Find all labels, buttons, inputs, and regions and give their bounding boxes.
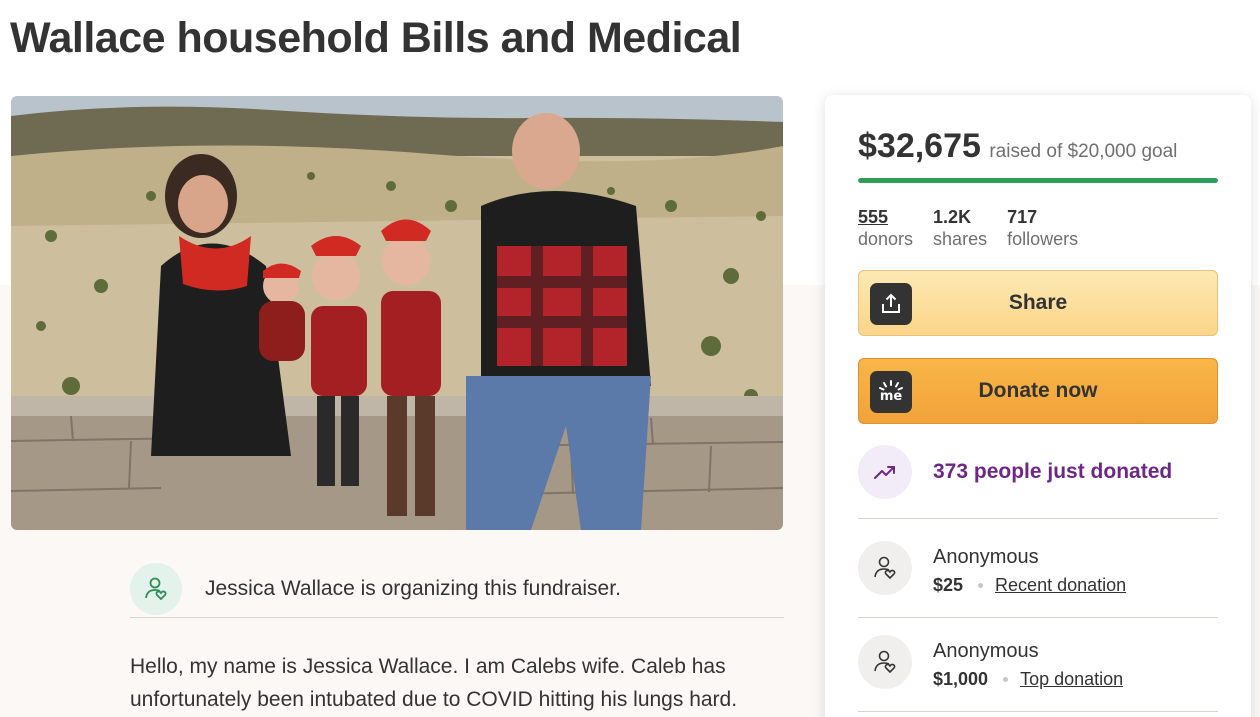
donor-name: Anonymous: [933, 640, 1039, 662]
stat-shares-value: 1.2K: [933, 207, 972, 227]
donation-amount: $1,000: [933, 669, 989, 689]
donation-card: $32,675 raised of $20,000 goal 555 donor…: [825, 95, 1251, 717]
story-text: Hello, my name is Jessica Wallace. I am …: [130, 655, 738, 711]
person-heart-icon: [874, 556, 896, 580]
divider: [858, 617, 1218, 618]
trending-up-icon: [874, 466, 895, 479]
donor-avatar: [858, 635, 912, 689]
amount-raised: $32,675: [858, 127, 981, 165]
trend-text: 373 people just donated: [933, 460, 1173, 483]
stat-shares: 1.2K shares: [933, 206, 987, 250]
separator-dot: [978, 583, 984, 588]
page-title: Wallace household Bills and Medical: [10, 14, 742, 62]
stats-row: 555 donors 1.2K shares 717 followers: [858, 206, 1098, 250]
divider: [858, 518, 1218, 519]
top-donation-link[interactable]: Top donation: [1020, 669, 1123, 690]
stat-donors-label: donors: [858, 229, 914, 249]
organizer-avatar: [130, 563, 182, 615]
progress-bar: [858, 178, 1218, 183]
amount-row: $32,675 raised of $20,000 goal: [858, 127, 1177, 166]
share-button[interactable]: Share: [858, 270, 1218, 336]
divider: [858, 711, 1218, 712]
donation-item: Anonymous $1,000 Top donation: [858, 635, 1123, 690]
trend-icon-circle: [858, 445, 912, 499]
donor-avatar: [858, 541, 912, 595]
goal-text: raised of $20,000 goal: [989, 141, 1178, 162]
hero-photo: [11, 96, 783, 530]
person-heart-icon: [874, 650, 896, 674]
stat-followers: 717 followers: [1007, 206, 1078, 250]
donor-name: Anonymous: [933, 546, 1039, 568]
stat-donors[interactable]: 555 donors: [858, 206, 913, 250]
separator-dot: [1003, 677, 1009, 682]
recent-donations-trend[interactable]: 373 people just donated: [858, 445, 1172, 499]
stat-followers-value: 717: [1007, 207, 1038, 227]
organizer-row: Jessica Wallace is organizing this fundr…: [130, 563, 784, 618]
donation-amount: $25: [933, 575, 964, 595]
donation-item: Anonymous $25 Recent donation: [858, 541, 1126, 596]
donate-now-button[interactable]: me Donate now: [858, 358, 1218, 424]
person-heart-icon: [145, 577, 167, 601]
stat-followers-label: followers: [1007, 229, 1079, 249]
share-button-label: Share: [1008, 291, 1068, 314]
stat-shares-label: shares: [933, 229, 988, 249]
stat-donors-value[interactable]: 555: [858, 206, 913, 228]
organizer-text: Jessica Wallace is organizing this fundr…: [205, 577, 621, 600]
recent-donation-link[interactable]: Recent donation: [995, 575, 1126, 596]
progress-fill: [858, 178, 1218, 183]
donate-button-label: Donate now: [978, 379, 1098, 402]
